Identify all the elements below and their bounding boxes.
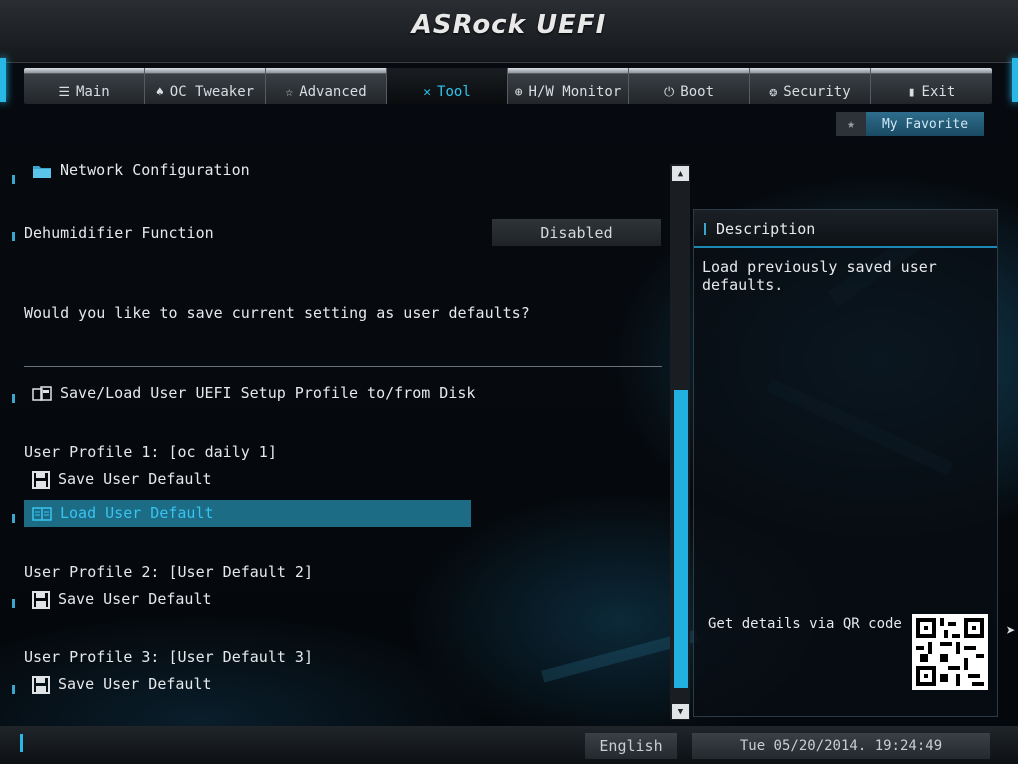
tools-icon: ✕ <box>423 85 432 100</box>
tab-boot[interactable]: ⏻ Boot <box>629 68 750 104</box>
item-bullet <box>12 175 15 184</box>
tab-oc-tweaker[interactable]: ♠ OC Tweaker <box>145 68 266 104</box>
tab-advanced[interactable]: ☆ Advanced <box>266 68 387 104</box>
floppy-disk-icon <box>32 470 50 489</box>
profile2-save-user-default[interactable]: Save User Default <box>32 590 212 609</box>
profile1-load-user-default[interactable]: Load User Default <box>32 504 214 522</box>
description-panel: Description Load previously saved user d… <box>693 209 998 717</box>
description-text: Load previously saved user defaults. <box>702 258 937 294</box>
item-bullet <box>12 514 15 523</box>
save-defaults-question: Would you like to save current setting a… <box>24 304 530 322</box>
scrollbar-thumb[interactable] <box>674 390 688 688</box>
description-title: Description <box>716 220 816 238</box>
tab-tool[interactable]: ✕ Tool <box>387 68 508 104</box>
qr-code-icon <box>916 618 984 686</box>
tab-main[interactable]: ☰ Main <box>24 68 145 104</box>
title-bar: ASRock UEFI <box>0 0 1018 63</box>
profile1-save-user-default[interactable]: Save User Default <box>32 470 212 489</box>
item-bullet <box>12 599 15 608</box>
dehumidifier-value-dropdown[interactable]: Disabled <box>492 219 661 246</box>
mouse-cursor-icon: ➤ <box>1006 621 1016 640</box>
item-bullet <box>12 232 15 241</box>
main-tab-bar: ☰ Main ♠ OC Tweaker ☆ Advanced ✕ Tool ⊕ H/W M… <box>24 68 992 104</box>
shield-icon: ❂ <box>769 85 778 100</box>
favorite-star-icon: ★ <box>836 112 866 136</box>
item-bullet <box>12 685 15 694</box>
scroll-up-arrow-icon[interactable]: ▲ <box>672 166 689 181</box>
monitor-icon: ⊕ <box>514 85 523 100</box>
exit-door-icon: ▮ <box>907 85 916 100</box>
tab-hw-monitor[interactable]: ⊕ H/W Monitor <box>508 68 629 104</box>
status-bar-accent <box>20 734 23 752</box>
folder-icon <box>33 165 51 178</box>
floppy-disk-icon <box>32 590 50 609</box>
tab-security[interactable]: ❂ Security <box>750 68 871 104</box>
qr-code-image <box>912 614 988 690</box>
open-book-icon <box>32 506 52 521</box>
user-profile-3-label: User Profile 3: [User Default 3] <box>24 648 313 666</box>
user-profile-1-label: User Profile 1: [oc daily 1] <box>24 443 277 461</box>
item-bullet <box>12 394 15 403</box>
power-icon: ⏻ <box>663 85 675 100</box>
date-time-display: Tue 05/20/2014. 19:24:49 <box>692 733 990 759</box>
user-profile-2-label: User Profile 2: [User Default 2] <box>24 563 313 581</box>
floppy-disk-icon <box>32 675 50 694</box>
my-favorite-label: My Favorite <box>866 112 984 136</box>
asrock-uefi-logo: ASRock UEFI <box>411 10 607 40</box>
star-icon: ☆ <box>285 85 294 100</box>
dehumidifier-function-label: Dehumidifier Function <box>24 224 214 242</box>
tab-exit[interactable]: ▮ Exit <box>871 68 992 104</box>
section-divider <box>24 366 662 367</box>
list-icon: ☰ <box>58 85 70 100</box>
profile3-save-user-default[interactable]: Save User Default <box>32 675 212 694</box>
language-button[interactable]: English <box>585 733 677 759</box>
my-favorite-button[interactable]: ★ My Favorite <box>836 112 984 136</box>
network-configuration-item[interactable]: Network Configuration <box>32 161 250 179</box>
right-glow-accent <box>1012 58 1018 102</box>
disk-profile-icon <box>32 385 52 401</box>
header-bullet <box>704 223 706 235</box>
disk-profile-item[interactable]: Save/Load User UEFI Setup Profile to/fro… <box>32 384 475 402</box>
scroll-down-arrow-icon[interactable]: ▼ <box>672 704 689 719</box>
rocket-icon: ♠ <box>155 85 164 100</box>
qr-code-label: Get details via QR code <box>708 616 902 632</box>
description-header: Description <box>694 210 997 248</box>
left-glow-accent <box>0 58 6 102</box>
